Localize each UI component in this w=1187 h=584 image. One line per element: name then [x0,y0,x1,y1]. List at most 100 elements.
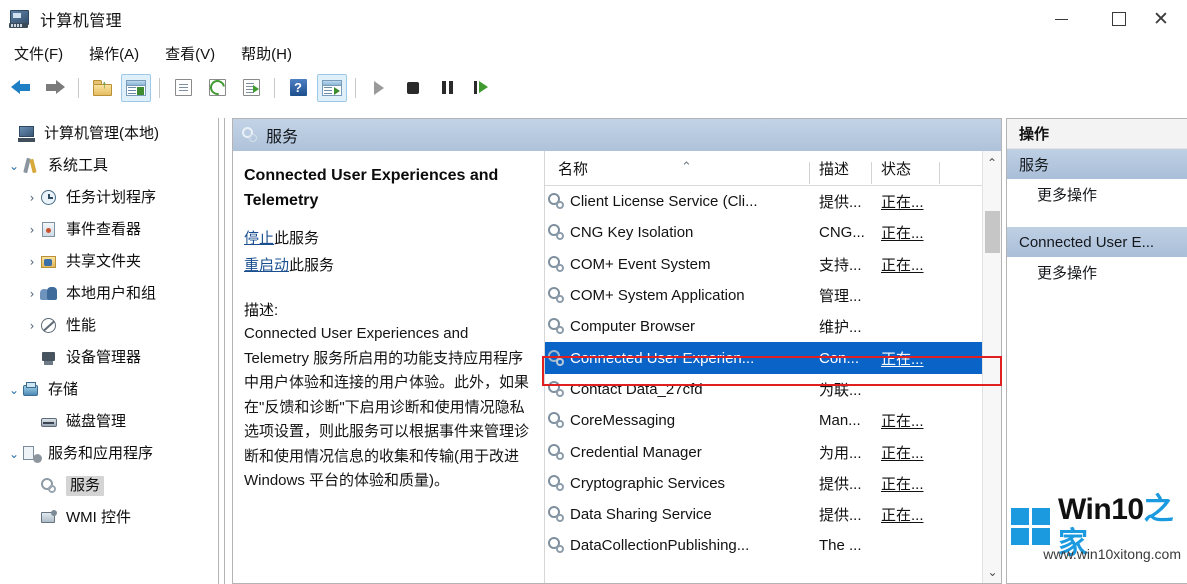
tree-label: 存储 [48,381,79,398]
cell-status: 正在... [881,194,924,212]
window-controls: ✕ [1033,0,1187,38]
stop-service-suffix: 此服务 [274,230,320,247]
more-actions-services-label: 更多操作 [1037,187,1098,204]
start-service-button[interactable] [364,74,394,102]
column-header-status[interactable]: 状态 [872,158,940,185]
stop-service-button[interactable] [398,74,428,102]
tree-item-system-tools[interactable]: ⌄ 系统工具 [0,150,216,182]
tree-item-shared-folders[interactable]: › 共享文件夹 [0,246,216,278]
chevron-right-icon[interactable]: › [24,222,40,238]
table-row[interactable]: COM+ System Application 管理... [545,280,1001,311]
actions-group-services[interactable]: 服务 [1007,149,1187,179]
pane-splitter[interactable] [218,118,225,584]
table-row[interactable]: Credential Manager 为用... 正在... [545,436,1001,467]
column-header-name[interactable]: 名称 ⌃ [545,158,810,185]
chevron-right-icon[interactable]: › [24,254,40,270]
forward-arrow-icon [45,80,65,95]
menu-action[interactable]: 操作(A) [85,41,152,66]
cell-name: CNG Key Isolation [545,224,810,241]
table-row[interactable]: Computer Browser 维护... [545,311,1001,342]
forward-button[interactable] [40,74,70,102]
table-row[interactable]: Data Sharing Service 提供... 正在... [545,499,1001,530]
properties-icon [174,79,192,96]
table-row[interactable]: COM+ Event System 支持... 正在... [545,249,1001,280]
up-level-button[interactable]: ↑ [87,74,117,102]
show-hide-tree-button[interactable] [121,73,151,102]
twisty-none [24,510,40,526]
back-button[interactable] [6,74,36,102]
tree-item-device-manager[interactable]: 设备管理器 [0,342,216,374]
column-header-description[interactable]: 描述 [810,158,872,185]
chevron-right-icon[interactable]: › [24,190,40,206]
tree-item-computer-management[interactable]: 计算机管理(本地) [0,118,216,150]
scroll-up-arrow-icon[interactable]: ⌃ [983,151,1001,175]
menu-view[interactable]: 查看(V) [161,41,228,66]
restart-service-button[interactable] [466,74,496,102]
table-row[interactable]: CoreMessaging Man... 正在... [545,405,1001,436]
chevron-down-icon[interactable]: ⌄ [6,382,22,398]
actions-spacer [1007,210,1187,227]
chevron-right-icon[interactable]: › [24,318,40,334]
table-row[interactable]: Contact Data_27cfd 为联... [545,374,1001,405]
service-name: Data Sharing Service [570,506,712,524]
actions-group-selected-service-label: Connected User E... [1019,233,1155,251]
cell-name: Client License Service (Cli... [545,193,810,210]
service-gear-icon [548,318,565,335]
pause-service-button[interactable] [432,74,462,102]
description-label: 描述: [244,302,279,319]
tree-label: 磁盘管理 [66,413,127,430]
tree-item-disk-management[interactable]: 磁盘管理 [0,406,216,438]
tree-item-wmi-control[interactable]: WMI 控件 [0,502,216,534]
tree-item-services-and-applications[interactable]: ⌄ 服务和应用程序 [0,438,216,470]
stop-service-link[interactable]: 停止 [244,230,274,247]
tree-item-storage[interactable]: ⌄ 存储 [0,374,216,406]
cell-name: DataCollectionPublishing... [545,537,810,554]
refresh-button[interactable] [202,74,232,102]
help-button[interactable]: ? [283,74,313,102]
export-list-button[interactable] [236,74,266,102]
table-row[interactable]: Client License Service (Cli... 提供... 正在.… [545,186,1001,217]
scroll-down-arrow-icon[interactable]: ⌄ [983,561,1001,583]
actions-group-selected-service[interactable]: Connected User E... [1007,227,1187,257]
tree-item-task-scheduler[interactable]: › 任务计划程序 [0,182,216,214]
pane-header: 服务 [233,119,1001,151]
show-action-pane-button[interactable] [317,73,347,102]
restart-service-link[interactable]: 重启动 [244,257,289,274]
pane-title: 服务 [266,129,299,146]
minimize-button[interactable] [1033,0,1090,38]
cell-description: 提供... [819,507,862,525]
menu-help[interactable]: 帮助(H) [237,41,305,66]
chevron-down-icon[interactable]: ⌄ [6,158,22,174]
toolbar-separator-1 [78,77,79,98]
stop-service-icon [407,81,419,94]
table-row[interactable]: Cryptographic Services 提供... 正在... [545,468,1001,499]
close-button[interactable]: ✕ [1147,0,1187,38]
list-vertical-scrollbar[interactable]: ⌃ ⌄ [982,151,1001,583]
toolbar: ↑ ? [0,68,1187,108]
tree-label: 服务 [66,476,105,496]
tree-item-local-users-groups[interactable]: › 本地用户和组 [0,278,216,310]
scrollbar-thumb[interactable] [985,211,1000,253]
menu-bar: 文件(F) 操作(A) 查看(V) 帮助(H) [0,38,1187,68]
properties-button[interactable] [168,74,198,102]
more-actions-services[interactable]: 更多操作 [1007,179,1187,210]
tree-item-performance[interactable]: › 性能 [0,310,216,342]
chevron-down-icon[interactable]: ⌄ [6,446,22,462]
menu-file[interactable]: 文件(F) [10,41,76,66]
help-icon: ? [289,79,307,96]
table-row[interactable]: DataCollectionPublishing... The ... [545,530,1001,561]
more-actions-selected[interactable]: 更多操作 [1007,257,1187,288]
cell-status: 正在... [881,350,924,368]
watermark-row: Win10之家 [1011,493,1183,560]
tree-item-services[interactable]: 服务 [0,470,216,502]
chevron-right-icon[interactable]: › [24,286,40,302]
main-area: 计算机管理(本地) ⌄ 系统工具 › 任务计划程序 › 事件查看器 › 共享文件 [0,108,1187,584]
service-gear-icon [548,349,565,367]
tree-label: 事件查看器 [66,221,142,238]
tree-item-event-viewer[interactable]: › 事件查看器 [0,214,216,246]
tree-label: 计算机管理(本地) [44,125,159,142]
list-rows: Client License Service (Cli... 提供... 正在.… [545,186,1001,562]
table-row[interactable]: CNG Key Isolation CNG... 正在... [545,217,1001,248]
maximize-button[interactable] [1090,0,1147,38]
table-row-selected[interactable]: Connected User Experien... Con... 正在... [545,342,982,374]
